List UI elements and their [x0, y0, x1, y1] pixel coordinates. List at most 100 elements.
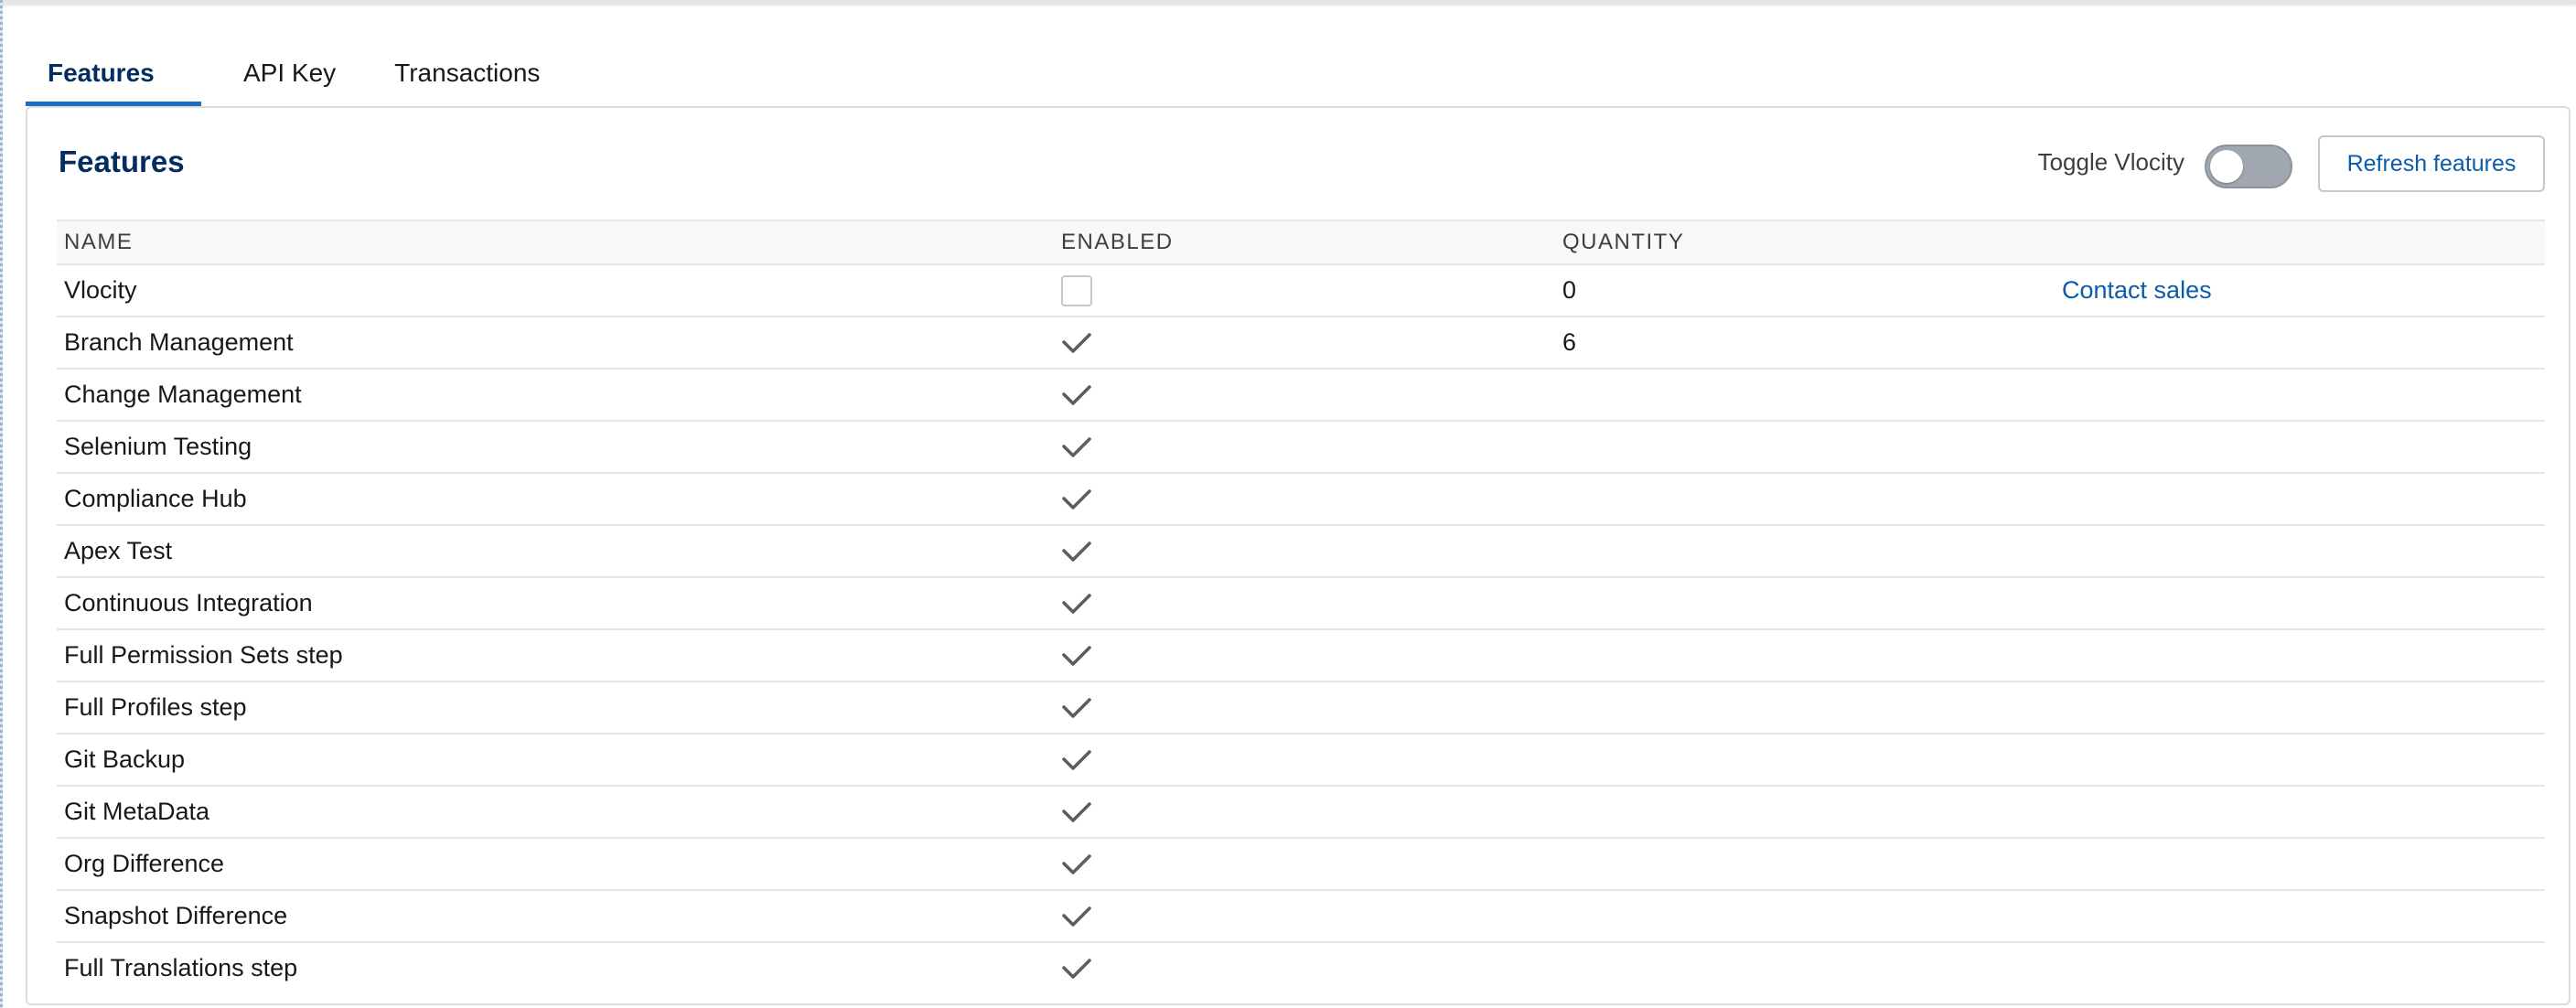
feature-enabled-cell: [1054, 369, 1555, 422]
toggle-vlocity-label: Toggle Vlocity: [2037, 148, 2184, 176]
feature-action-cell: [2055, 525, 2545, 578]
toggle-vlocity-switch[interactable]: [2205, 145, 2292, 188]
table-row: Snapshot Difference: [57, 890, 2545, 943]
checkmark-icon: [1062, 437, 1091, 458]
left-edge-decoration: [0, 0, 3, 1008]
table-row: Git Backup: [57, 734, 2545, 787]
feature-quantity: [1555, 890, 2055, 943]
table-row: Git MetaData: [57, 786, 2545, 839]
checkmark-icon: [1062, 959, 1091, 980]
feature-quantity: [1555, 942, 2055, 993]
table-row: Continuous Integration: [57, 577, 2545, 630]
feature-quantity: [1555, 473, 2055, 526]
checkmark-icon: [1062, 750, 1091, 771]
feature-action-cell: [2055, 369, 2545, 422]
tab-api-key[interactable]: API Key: [232, 40, 347, 106]
feature-enabled-cell: [1054, 264, 1555, 317]
checkmark-icon: [1062, 906, 1091, 928]
feature-enabled-cell: [1054, 316, 1555, 370]
checkmark-icon: [1062, 333, 1091, 354]
feature-enabled-cell: [1054, 421, 1555, 474]
feature-name: Compliance Hub: [57, 473, 1054, 526]
feature-enabled-cell: [1054, 734, 1555, 787]
feature-name: Full Profiles step: [57, 681, 1054, 735]
feature-quantity: [1555, 786, 2055, 839]
feature-action-cell: Contact sales: [2055, 264, 2545, 317]
feature-action-cell: [2055, 838, 2545, 891]
feature-quantity: [1555, 629, 2055, 682]
feature-action-cell: [2055, 786, 2545, 839]
table-row: Full Translations step: [57, 942, 2545, 993]
table-row: Full Permission Sets step: [57, 629, 2545, 682]
feature-quantity: 0: [1555, 264, 2055, 317]
table-row: Org Difference: [57, 838, 2545, 891]
feature-action-cell: [2055, 734, 2545, 787]
tab-features[interactable]: Features: [26, 40, 201, 106]
table-row: Apex Test: [57, 525, 2545, 578]
header-action: [2055, 220, 2545, 265]
table-row: Full Profiles step: [57, 681, 2545, 735]
feature-name: Git MetaData: [57, 786, 1054, 839]
feature-enabled-cell: [1054, 890, 1555, 943]
table-header-row: NAME ENABLED QUANTITY: [57, 220, 2545, 265]
feature-name: Full Permission Sets step: [57, 629, 1054, 682]
feature-enabled-cell: [1054, 786, 1555, 839]
checkmark-icon: [1062, 802, 1091, 823]
checkmark-icon: [1062, 646, 1091, 667]
feature-quantity: [1555, 681, 2055, 735]
feature-action-cell: [2055, 421, 2545, 474]
feature-name: Snapshot Difference: [57, 890, 1054, 943]
feature-action-cell: [2055, 316, 2545, 370]
feature-quantity: [1555, 369, 2055, 422]
feature-quantity: [1555, 838, 2055, 891]
feature-action-cell: [2055, 890, 2545, 943]
feature-enabled-cell: [1054, 629, 1555, 682]
feature-name: Continuous Integration: [57, 577, 1054, 630]
table-row: Branch Management 6: [57, 316, 2545, 370]
checkmark-icon: [1062, 542, 1091, 563]
tab-transactions[interactable]: Transactions: [383, 40, 551, 106]
feature-name: Git Backup: [57, 734, 1054, 787]
feature-name: Change Management: [57, 369, 1054, 422]
table-row: Change Management: [57, 369, 2545, 422]
features-table: NAME ENABLED QUANTITY Vlocity 0 Contact sa…: [57, 220, 2545, 993]
card-title: Features: [59, 145, 185, 178]
feature-action-cell: [2055, 577, 2545, 630]
feature-quantity: [1555, 577, 2055, 630]
table-body: Vlocity 0 Contact sales Branch Management 6 C…: [57, 264, 2545, 993]
table-row: Selenium Testing: [57, 421, 2545, 474]
header-name[interactable]: NAME: [57, 220, 1054, 265]
feature-action-cell: [2055, 629, 2545, 682]
checkmark-icon: [1062, 854, 1091, 875]
feature-enabled-cell: [1054, 473, 1555, 526]
contact-sales-link[interactable]: Contact sales: [2062, 276, 2212, 304]
checkmark-icon: [1062, 385, 1091, 406]
table-row: Compliance Hub: [57, 473, 2545, 526]
table-row: Vlocity 0 Contact sales: [57, 264, 2545, 317]
feature-quantity: [1555, 421, 2055, 474]
feature-action-cell: [2055, 473, 2545, 526]
header-enabled[interactable]: ENABLED: [1054, 220, 1555, 265]
feature-name: Apex Test: [57, 525, 1054, 578]
enabled-checkbox[interactable]: [1061, 274, 1092, 306]
feature-name: Vlocity: [57, 264, 1054, 317]
features-card: Features Toggle Vlocity Refresh features…: [26, 106, 2571, 1005]
feature-enabled-cell: [1054, 838, 1555, 891]
toggle-knob: [2210, 150, 2243, 183]
refresh-features-button[interactable]: Refresh features: [2318, 135, 2545, 192]
checkmark-icon: [1062, 698, 1091, 719]
feature-action-cell: [2055, 942, 2545, 993]
feature-name: Org Difference: [57, 838, 1054, 891]
feature-quantity: 6: [1555, 316, 2055, 370]
checkmark-icon: [1062, 594, 1091, 615]
feature-enabled-cell: [1054, 942, 1555, 993]
feature-enabled-cell: [1054, 577, 1555, 630]
feature-enabled-cell: [1054, 681, 1555, 735]
feature-name: Branch Management: [57, 316, 1054, 370]
checkmark-icon: [1062, 489, 1091, 510]
tab-bar: Features API Key Transactions: [26, 40, 551, 106]
top-header-shadow: [0, 0, 2576, 4]
page: Features API Key Transactions Features T…: [0, 0, 2576, 1008]
feature-enabled-cell: [1054, 525, 1555, 578]
header-quantity[interactable]: QUANTITY: [1555, 220, 2055, 265]
